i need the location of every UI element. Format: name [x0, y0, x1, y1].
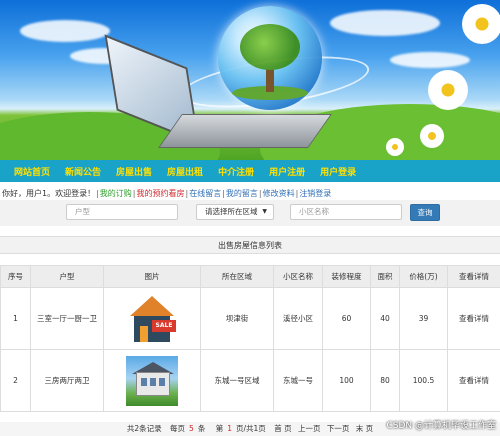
cell-decoration: 100 — [322, 349, 371, 412]
community-name-input[interactable]: 小区名称 — [290, 204, 402, 220]
col-header: 价格(万) — [399, 265, 448, 288]
col-header: 面积 — [370, 265, 400, 288]
view-detail-link[interactable]: 查看详情 — [447, 287, 500, 350]
col-header: 户型 — [30, 265, 104, 288]
prev-page-link[interactable]: 上一页 — [298, 424, 321, 433]
cell-decoration: 60 — [322, 287, 371, 350]
link-my-messages[interactable]: 我的留言 — [226, 189, 258, 198]
nav-news[interactable]: 新闻公告 — [65, 165, 101, 178]
total-records: 共2条记录 — [126, 424, 162, 433]
per-page: 每页 5 条 — [170, 424, 206, 433]
link-logout[interactable]: 注销登录 — [299, 189, 331, 198]
cell-type: 三室一厅一厨一卫 — [30, 287, 104, 350]
link-online-message[interactable]: 在线留言 — [189, 189, 221, 198]
cell-community: 东城一号 — [273, 349, 323, 412]
nav-home[interactable]: 网站首页 — [14, 165, 50, 178]
sale-sign: SALE — [152, 319, 176, 332]
cell-community: 溪径小区 — [273, 287, 323, 350]
house-table: 序号 户型 图片 所在区域 小区名称 装修程度 面积 价格(万) 查看详情 1 … — [0, 265, 500, 412]
cell-no: 2 — [0, 349, 31, 412]
col-header: 查看详情 — [447, 265, 500, 288]
cell-image — [103, 349, 201, 412]
col-header: 小区名称 — [273, 265, 323, 288]
villa-image[interactable] — [126, 355, 178, 406]
search-bar: 户型 请选择所在区域 ▼ 小区名称 查询 — [0, 200, 500, 226]
daisy-flower — [428, 70, 468, 110]
cell-no: 1 — [0, 287, 31, 350]
table-row: 1 三室一厅一厨一卫 SALE 坝津街 溪径小区 60 40 39 查看详情 — [0, 287, 500, 350]
house-for-sale-image[interactable]: SALE — [126, 293, 178, 344]
nav-user-register[interactable]: 用户注册 — [269, 165, 305, 178]
next-page-link[interactable]: 下一页 — [327, 424, 350, 433]
nav-house-rent[interactable]: 房屋出租 — [167, 165, 203, 178]
globe-tree-illustration — [218, 6, 322, 110]
first-page-link[interactable]: 首 页 — [274, 424, 291, 433]
link-my-viewing-appointments[interactable]: 我的预约看房 — [137, 189, 185, 198]
table-header-row: 序号 户型 图片 所在区域 小区名称 装修程度 面积 价格(万) 查看详情 — [0, 265, 500, 288]
cell-price: 100.5 — [399, 349, 448, 412]
link-my-orders[interactable]: 我的订购 — [100, 189, 132, 198]
cell-area: 东城一号区域 — [200, 349, 274, 412]
table-row: 2 三房两厅两卫 东城一号区域 东城一号 100 80 100.5 查看详情 — [0, 349, 500, 412]
last-page-link[interactable]: 末 页 — [356, 424, 373, 433]
col-header: 图片 — [103, 265, 201, 288]
chevron-down-icon: ▼ — [262, 208, 267, 215]
greeting-text: 你好，用户1。欢迎登录！ — [2, 189, 96, 198]
area-select[interactable]: 请选择所在区域 ▼ — [196, 204, 274, 220]
col-header: 装修程度 — [322, 265, 371, 288]
nav-agent-register[interactable]: 中介注册 — [218, 165, 254, 178]
table-title: 出售房屋信息列表 — [0, 236, 500, 254]
welcome-bar: 你好，用户1。欢迎登录！|我的订购|我的预约看房|在线留言|我的留言|修改资料|… — [2, 189, 332, 198]
cell-image: SALE — [103, 287, 201, 350]
col-header: 所在区域 — [200, 265, 274, 288]
nav-house-sale[interactable]: 房屋出售 — [116, 165, 152, 178]
nav-user-login[interactable]: 用户登录 — [320, 165, 356, 178]
cell-size: 40 — [370, 287, 400, 350]
cell-price: 39 — [399, 287, 448, 350]
house-type-input[interactable]: 户型 — [66, 204, 178, 220]
col-header: 序号 — [0, 265, 31, 288]
header-banner — [0, 0, 500, 160]
cell-type: 三房两厅两卫 — [30, 349, 104, 412]
watermark: CSDN @计算机毕设工作室 — [386, 421, 496, 431]
search-button[interactable]: 查询 — [410, 204, 440, 221]
area-select-value: 请选择所在区域 — [205, 207, 258, 216]
cell-size: 80 — [370, 349, 400, 412]
cell-area: 坝津街 — [200, 287, 274, 350]
link-edit-profile[interactable]: 修改资料 — [263, 189, 295, 198]
page-info: 第 1 页/共1页 — [215, 424, 266, 433]
view-detail-link[interactable]: 查看详情 — [447, 349, 500, 412]
main-nav: 网站首页 新闻公告 房屋出售 房屋出租 中介注册 用户注册 用户登录 — [0, 160, 500, 182]
